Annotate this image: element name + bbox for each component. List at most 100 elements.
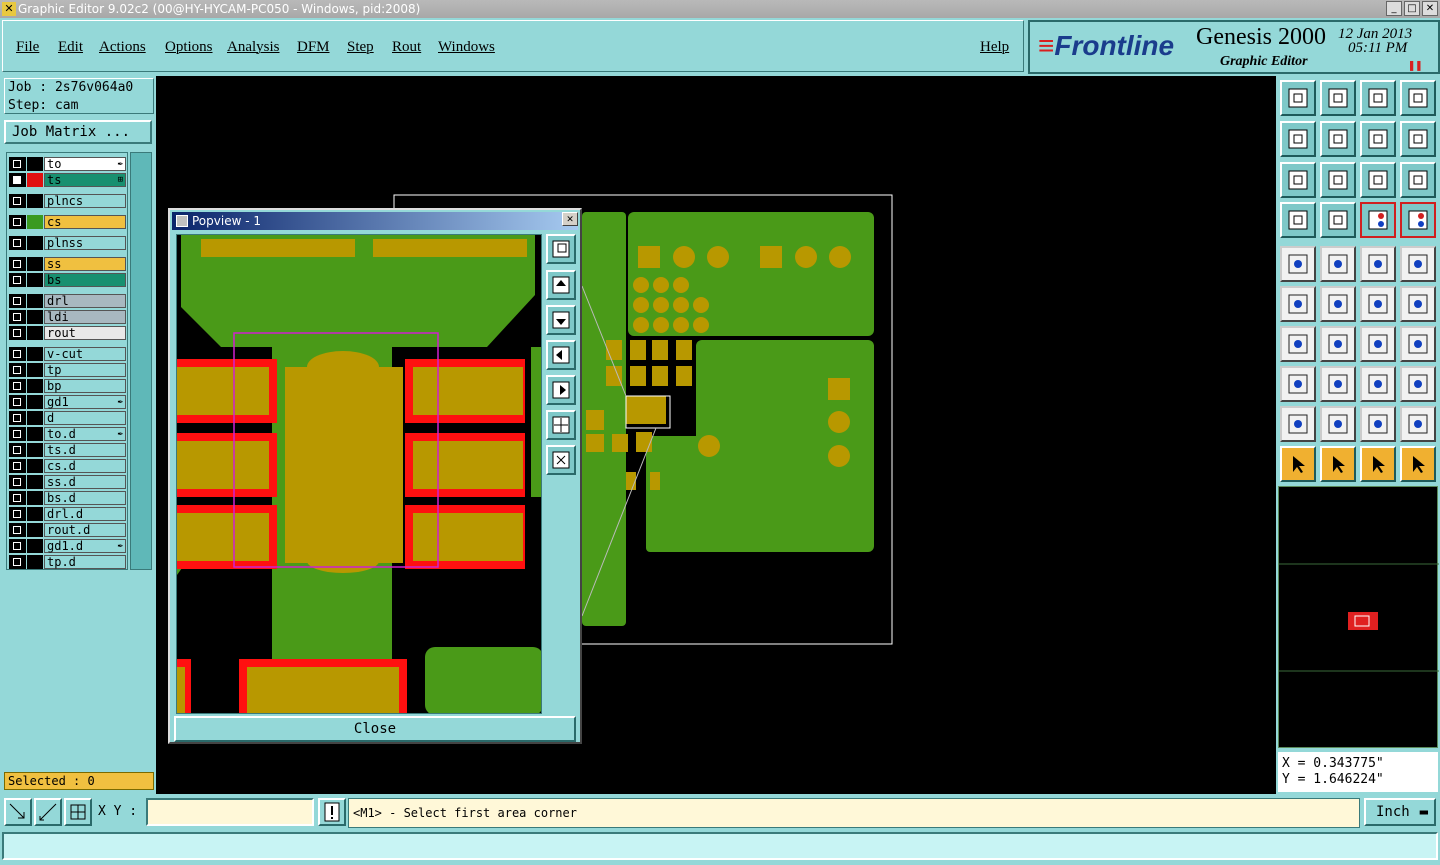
net-button[interactable]: [1400, 446, 1436, 482]
layer-name[interactable]: bs.d: [44, 491, 126, 505]
fit-all-button[interactable]: [1280, 162, 1316, 198]
layer-color-swatch[interactable]: [27, 395, 43, 409]
layer-row-bp[interactable]: bp: [9, 379, 127, 393]
feature-button[interactable]: [1400, 246, 1436, 282]
layer-row-ss[interactable]: ss: [9, 257, 127, 271]
layer-color-swatch[interactable]: [27, 363, 43, 377]
layer-checkbox[interactable]: [9, 273, 26, 287]
alert-icon[interactable]: [318, 798, 346, 826]
popview-pan-left-button[interactable]: [546, 340, 576, 370]
layer-checkbox[interactable]: [9, 173, 26, 187]
layer-checkbox[interactable]: [9, 326, 26, 340]
layer-row-ss-d[interactable]: ss.d: [9, 475, 127, 489]
menu-rout[interactable]: Rout: [392, 39, 421, 56]
snap-button[interactable]: [1280, 366, 1316, 402]
layer-name[interactable]: cs.d: [44, 459, 126, 473]
layer-row-tp-d[interactable]: tp.d: [9, 555, 127, 569]
layer-row-gd1[interactable]: gd1 ✒: [9, 395, 127, 409]
layer-row-rout-d[interactable]: rout.d: [9, 523, 127, 537]
layer-name[interactable]: drl: [44, 294, 126, 308]
layer-checkbox[interactable]: [9, 443, 26, 457]
layer-color-swatch[interactable]: [27, 326, 43, 340]
diagonal-button[interactable]: [1320, 326, 1356, 362]
pan-left-button[interactable]: [1280, 121, 1316, 157]
layer-row-plnss[interactable]: plnss: [9, 236, 127, 250]
layer-checkbox[interactable]: [9, 475, 26, 489]
resize-button[interactable]: [1360, 366, 1396, 402]
zoom-back-button[interactable]: [1320, 80, 1356, 116]
horizontal-button[interactable]: [1320, 366, 1356, 402]
popview-pan-down-button[interactable]: [546, 305, 576, 335]
job-matrix-button[interactable]: Job Matrix ...: [4, 120, 152, 144]
menu-analysis[interactable]: Analysis: [227, 39, 280, 56]
popview-canvas[interactable]: [176, 234, 542, 714]
layer-row-cs-d[interactable]: cs.d: [9, 459, 127, 473]
line-tool-2-button[interactable]: [1400, 286, 1436, 322]
layer-name[interactable]: bp: [44, 379, 126, 393]
layer-row-d[interactable]: d: [9, 411, 127, 425]
tools-button[interactable]: [1280, 202, 1316, 238]
layer-color-swatch[interactable]: [27, 555, 43, 569]
layer-color-swatch[interactable]: [27, 215, 43, 229]
layer-row-v-cut[interactable]: v-cut: [9, 347, 127, 361]
popview-zoom-out-button[interactable]: [546, 445, 576, 475]
triangle-3-button[interactable]: [1360, 406, 1396, 442]
layer-color-swatch[interactable]: [27, 236, 43, 250]
layer-color-swatch[interactable]: [27, 157, 43, 171]
layer-color-swatch[interactable]: [27, 507, 43, 521]
layer-name[interactable]: d: [44, 411, 126, 425]
minimize-button[interactable]: _: [1386, 1, 1402, 16]
pan-right-button[interactable]: [1320, 121, 1356, 157]
layer-name[interactable]: tp.d: [44, 555, 126, 569]
layer-row-bs-d[interactable]: bs.d: [9, 491, 127, 505]
layer-row-drl-d[interactable]: drl.d: [9, 507, 127, 521]
layer-checkbox[interactable]: [9, 491, 26, 505]
layer-name[interactable]: rout: [44, 326, 126, 340]
home-button[interactable]: [1360, 80, 1396, 116]
layer-color-swatch[interactable]: [27, 347, 43, 361]
layer-checkbox[interactable]: [9, 294, 26, 308]
layer-color-swatch[interactable]: [27, 475, 43, 489]
layer-name[interactable]: gd1.d ✒: [44, 539, 126, 553]
add-pad-button[interactable]: [1280, 246, 1316, 282]
menu-step[interactable]: Step: [347, 39, 374, 56]
layer-checkbox[interactable]: [9, 194, 26, 208]
triangle-4-button[interactable]: [1400, 406, 1436, 442]
route-button[interactable]: [1400, 121, 1436, 157]
layer-color-swatch[interactable]: [27, 310, 43, 324]
layer-checkbox[interactable]: [9, 157, 26, 171]
layer-tool-2-button[interactable]: [1400, 202, 1436, 238]
menu-help[interactable]: Help: [980, 39, 1009, 56]
pointer-button[interactable]: [1280, 446, 1316, 482]
layer-row-bs[interactable]: bs: [9, 273, 127, 287]
menu-file[interactable]: File: [16, 39, 39, 56]
window-split-button[interactable]: [1400, 80, 1436, 116]
layer-checkbox[interactable]: [9, 379, 26, 393]
menu-actions[interactable]: Actions: [99, 39, 146, 56]
layer-row-ts[interactable]: ts ⊞: [9, 173, 127, 187]
popview-pan-up-button[interactable]: [546, 270, 576, 300]
layer-checkbox[interactable]: [9, 539, 26, 553]
layer-name[interactable]: gd1 ✒: [44, 395, 126, 409]
layer-row-gd1-d[interactable]: gd1.d ✒: [9, 539, 127, 553]
layer-name[interactable]: plnss: [44, 236, 126, 250]
layer-checkbox[interactable]: [9, 257, 26, 271]
popview-pan-right-button[interactable]: [546, 375, 576, 405]
pointer-3-button[interactable]: [1360, 446, 1396, 482]
layer-color-swatch[interactable]: [27, 539, 43, 553]
popview-zoom-home-button[interactable]: [546, 234, 576, 264]
layer-name[interactable]: tp: [44, 363, 126, 377]
measure-mode-button[interactable]: [34, 798, 62, 826]
select-area-button[interactable]: [1320, 246, 1356, 282]
close-window-button[interactable]: ✕: [1422, 1, 1438, 16]
snap-mode-button[interactable]: [4, 798, 32, 826]
popview-close-icon[interactable]: ✕: [562, 212, 578, 226]
scale-1-2-button[interactable]: [1360, 162, 1396, 198]
menu-windows[interactable]: Windows: [438, 39, 495, 56]
layer-color-swatch[interactable]: [27, 459, 43, 473]
menu-dfm[interactable]: DFM: [297, 39, 330, 56]
layer-row-ldi[interactable]: ldi: [9, 310, 127, 324]
menu-edit[interactable]: Edit: [58, 39, 83, 56]
layer-checkbox[interactable]: [9, 310, 26, 324]
connect-button[interactable]: [1280, 286, 1316, 322]
